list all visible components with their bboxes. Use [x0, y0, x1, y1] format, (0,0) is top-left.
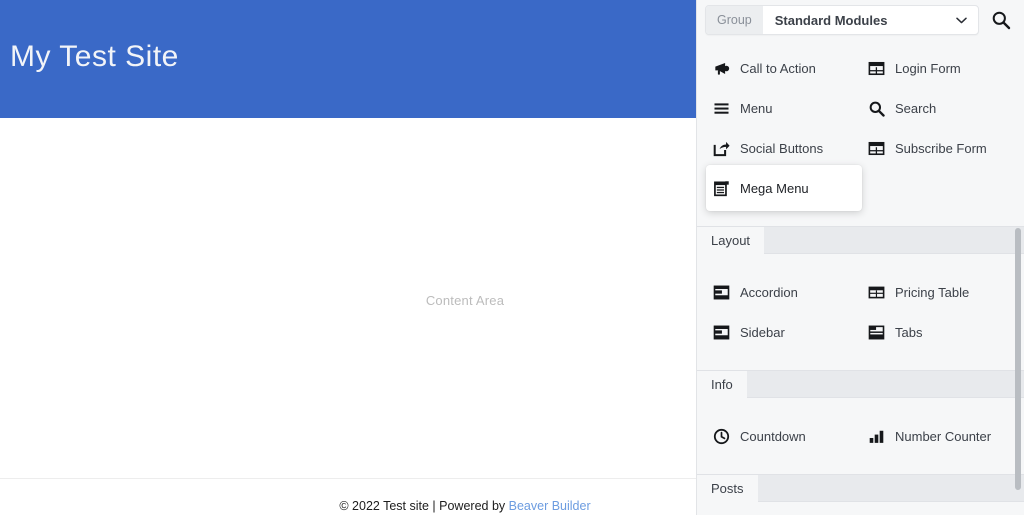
section-header-posts: Posts: [697, 474, 1024, 502]
mega-menu-icon: [713, 180, 729, 196]
form-table-icon: [868, 61, 884, 75]
module-item-label: Tabs: [895, 324, 923, 340]
module-sections: Call to Action Login Form Menu Search So…: [697, 40, 1024, 515]
footer-copyright-text: © 2022 Test site | Powered by: [339, 499, 509, 513]
tabs-icon: [861, 324, 891, 341]
megaphone-icon: [706, 60, 736, 77]
hamburger-icon: [713, 102, 729, 114]
search-icon: [861, 100, 891, 117]
section-header-layout: Layout: [697, 226, 1024, 254]
module-item-social-buttons[interactable]: Social Buttons: [706, 128, 861, 168]
module-item-number-counter[interactable]: Number Counter: [861, 416, 1021, 456]
module-row: Accordion Pricing Table: [697, 272, 1024, 312]
accordion-icon: [706, 284, 736, 301]
chevron-down-icon: [950, 17, 972, 24]
hamburger-icon: [706, 100, 736, 117]
mega-menu-icon: [706, 180, 736, 197]
site-title: My Test Site: [10, 40, 179, 73]
module-item-label: Number Counter: [895, 428, 992, 444]
module-row: Call to Action Login Form: [697, 48, 1024, 88]
group-select-value: Standard Modules: [774, 12, 888, 28]
module-item-login-form[interactable]: Login Form: [861, 48, 1021, 88]
section-body: Posts Carousel Posts: [697, 502, 1024, 515]
section-title: Info: [697, 371, 747, 398]
bar-chart-icon: [869, 430, 883, 443]
module-item-mega-menu[interactable]: Mega Menu: [706, 165, 862, 211]
search-icon: [869, 101, 885, 117]
module-panel: Group Standard Modules Call to Action Lo…: [696, 0, 1024, 515]
module-item-label: Menu: [740, 100, 773, 116]
form-table-icon: [868, 141, 884, 155]
module-item-tabs[interactable]: Tabs: [861, 312, 1021, 352]
clock-icon: [713, 428, 729, 444]
share-icon: [713, 141, 730, 156]
module-row: Mega Menu: [697, 165, 1024, 211]
section-title: Posts: [697, 475, 758, 502]
megaphone-icon: [714, 62, 729, 75]
module-item-sidebar[interactable]: Sidebar: [706, 312, 861, 352]
tabs-icon: [868, 325, 884, 339]
section-body: Countdown Number Counter: [697, 398, 1024, 474]
sidebar-icon: [713, 325, 729, 339]
module-row: Countdown Number Counter: [697, 416, 1024, 456]
beaver-builder-link[interactable]: Beaver Builder: [509, 499, 591, 513]
module-item-label: Mega Menu: [740, 180, 809, 196]
module-item-label: Social Buttons: [740, 140, 824, 156]
section-body: Call to Action Login Form Menu Search So…: [697, 40, 1024, 226]
section-header-info: Info: [697, 370, 1024, 398]
module-row: Sidebar Tabs: [697, 312, 1024, 352]
module-item-label: Sidebar: [740, 324, 785, 340]
module-item-pricing-table[interactable]: Pricing Table: [861, 272, 1021, 312]
search-icon[interactable]: [983, 3, 1019, 37]
module-item-label: Search: [895, 100, 937, 116]
module-item-label: Subscribe Form: [895, 140, 987, 156]
panel-scrollbar-thumb[interactable]: [1015, 228, 1021, 490]
form-table-icon: [861, 60, 891, 77]
group-select[interactable]: Group Standard Modules: [705, 5, 979, 35]
module-item-label: Countdown: [740, 428, 806, 444]
module-item-search[interactable]: Search: [861, 88, 1021, 128]
form-table-icon: [861, 140, 891, 157]
section-body: Accordion Pricing Table Sidebar Tabs: [697, 254, 1024, 370]
pricing-table-icon: [868, 286, 884, 298]
clock-icon: [706, 428, 736, 445]
sidebar-icon: [706, 324, 736, 341]
module-item-label: Call to Action: [740, 60, 816, 76]
module-item-accordion[interactable]: Accordion: [706, 272, 861, 312]
module-item-menu[interactable]: Menu: [706, 88, 861, 128]
pricing-table-icon: [861, 284, 891, 301]
module-row: Menu Search: [697, 88, 1024, 128]
module-item-call-to-action[interactable]: Call to Action: [706, 48, 861, 88]
group-select-label: Group: [706, 6, 763, 34]
module-item-label: Pricing Table: [895, 284, 970, 300]
module-item-countdown[interactable]: Countdown: [706, 416, 861, 456]
accordion-icon: [713, 285, 729, 299]
panel-toolbar: Group Standard Modules: [697, 0, 1024, 40]
module-item-label: Login Form: [895, 60, 961, 76]
screen: My Test Site Content Area © 2022 Test si…: [0, 0, 1024, 515]
module-item-subscribe-form[interactable]: Subscribe Form: [861, 128, 1021, 168]
module-row: Social Buttons Subscribe Form: [697, 128, 1024, 168]
module-item-label: Accordion: [740, 284, 798, 300]
bar-chart-icon: [861, 428, 891, 445]
section-title: Layout: [697, 227, 765, 254]
share-icon: [706, 140, 736, 157]
